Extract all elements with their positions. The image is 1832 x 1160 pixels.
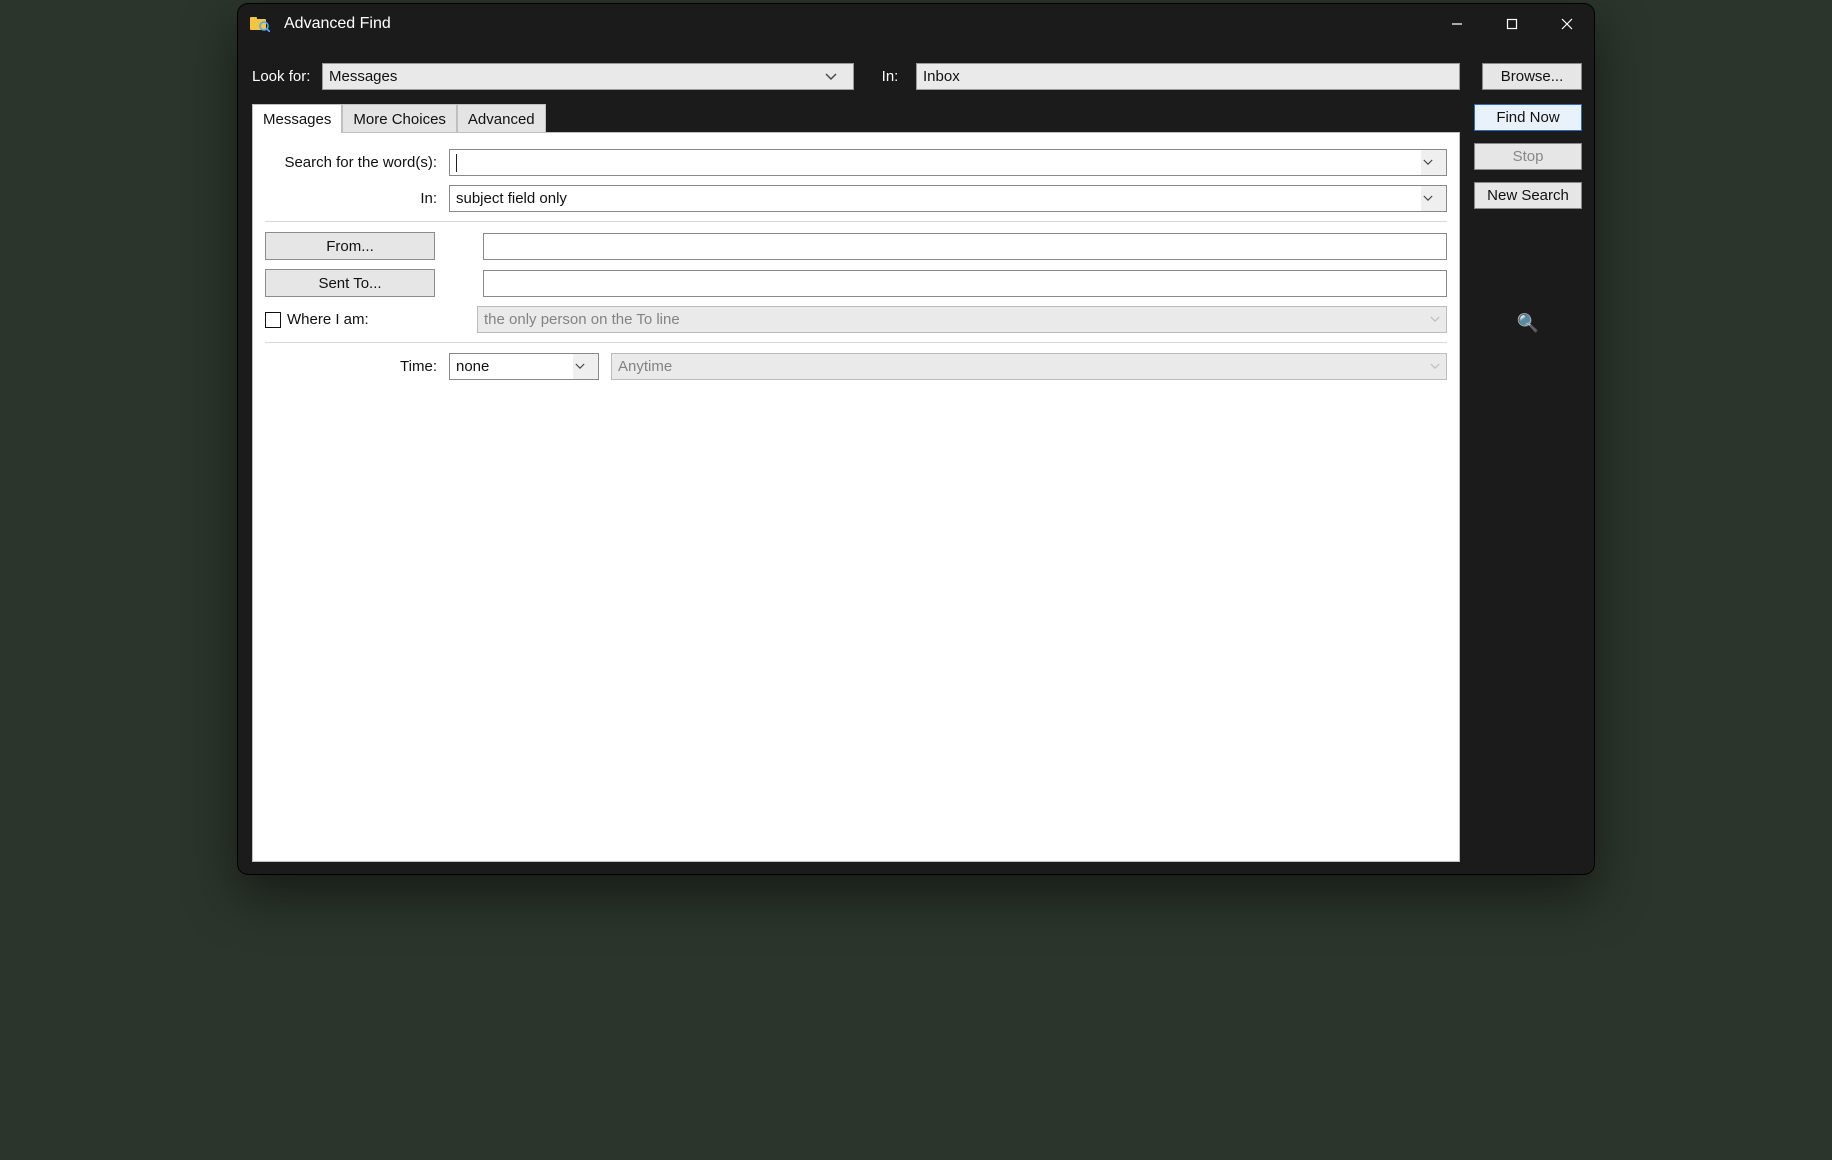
in-folder-value: Inbox [923,68,960,85]
from-button[interactable]: From... [265,232,435,260]
sent-to-button[interactable]: Sent To... [265,269,435,297]
where-i-am-dropdown: the only person on the To line [477,306,1447,333]
search-words-history-dropdown[interactable] [1421,149,1447,176]
where-i-am-label: Where I am: [287,311,369,328]
window-title: Advanced Find [284,15,391,33]
text-cursor [456,154,457,172]
where-i-am-checkbox[interactable] [265,312,281,328]
chevron-down-icon [825,73,847,81]
tab-messages[interactable]: Messages [252,104,342,133]
chevron-down-icon [1430,316,1440,323]
sent-to-input[interactable] [483,270,1447,297]
time-range-dropdown: Anytime [611,353,1447,380]
in-folder-label: In: [880,68,900,85]
tab-advanced[interactable]: Advanced [457,104,546,133]
tab-more-choices[interactable]: More Choices [342,104,457,133]
chevron-down-icon [1430,363,1440,370]
search-in-label: In: [265,190,443,207]
search-words-input[interactable] [449,149,1421,176]
from-input[interactable] [483,233,1447,260]
close-button[interactable] [1539,4,1594,44]
look-for-label: Look for: [252,68,314,85]
chevron-down-icon [1423,159,1445,166]
messages-panel: Search for the word(s): [252,132,1460,862]
time-label: Time: [265,358,443,375]
app-folder-search-icon [250,16,270,32]
minimize-button[interactable] [1429,4,1484,44]
search-in-value: subject field only [449,185,1421,212]
time-field-dropdown[interactable] [573,353,599,380]
magnifier-icon: 🔍 [1517,313,1539,334]
side-buttons: Find Now Stop New Search 🔍 [1474,104,1582,862]
divider [265,221,1447,222]
search-words-label: Search for the word(s): [265,154,443,171]
titlebar: Advanced Find [238,4,1594,44]
time-field-value: none [449,353,573,380]
stop-button[interactable]: Stop [1474,143,1582,170]
divider [265,342,1447,343]
chevron-down-icon [575,363,597,370]
maximize-button[interactable] [1484,4,1539,44]
advanced-find-window: Advanced Find Look for: Messages In: Inb… [238,4,1594,874]
new-search-button[interactable]: New Search [1474,182,1582,209]
in-folder-field[interactable]: Inbox [916,63,1460,90]
look-for-value: Messages [329,68,397,85]
chevron-down-icon [1423,195,1445,202]
browse-button[interactable]: Browse... [1482,63,1582,90]
find-now-button[interactable]: Find Now [1474,104,1582,131]
window-controls [1429,4,1594,44]
where-i-am-value: the only person on the To line [484,311,680,328]
search-in-dropdown[interactable] [1421,185,1447,212]
toolbar: Look for: Messages In: Inbox Browse... [238,44,1594,104]
look-for-dropdown[interactable]: Messages [322,63,854,90]
tabs: Messages More Choices Advanced [252,104,1460,133]
time-range-value: Anytime [618,358,672,375]
